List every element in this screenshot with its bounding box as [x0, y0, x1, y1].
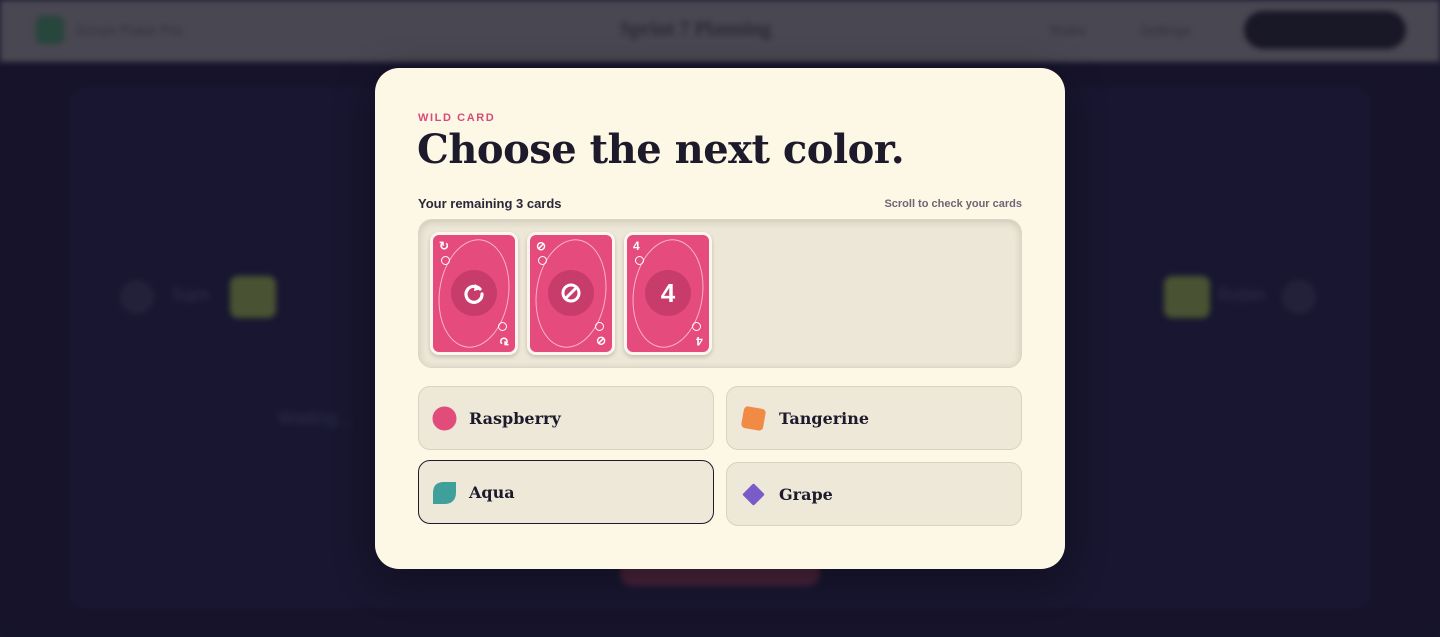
card-dot-bottom	[692, 322, 701, 331]
card-corner-bottom: ⊘	[595, 334, 606, 348]
card-corner-bottom: 4	[696, 334, 703, 348]
card-number: 4	[660, 277, 676, 308]
color-option-label: Grape	[779, 484, 833, 504]
card-dot-top	[538, 256, 547, 265]
color-option-raspberry[interactable]: Raspberry	[418, 386, 714, 450]
card-dot-bottom	[595, 322, 604, 331]
color-option-aqua[interactable]: Aqua	[418, 460, 714, 524]
card-corner-top: ↻	[439, 239, 450, 253]
color-option-label: Tangerine	[779, 408, 870, 428]
remaining-cards-label: Your remaining 3 cards	[418, 196, 562, 211]
color-option-tangerine[interactable]: Tangerine	[726, 386, 1022, 450]
tangerine-square-icon	[741, 405, 766, 431]
skip-icon	[561, 283, 581, 303]
card-corner-bottom: ↻	[498, 334, 509, 348]
card-center: 4	[645, 270, 691, 316]
card-corner-top: ⊘	[536, 239, 547, 253]
card-center	[451, 270, 497, 316]
card-dot-bottom	[498, 322, 507, 331]
card-corner-top: 4	[633, 239, 640, 253]
hand-card-reverse[interactable]: ↻ ↻	[430, 232, 518, 355]
reverse-icon	[464, 284, 484, 304]
raspberry-circle-icon	[432, 406, 457, 430]
color-picker-modal: WILD CARD Choose the next color. Your re…	[375, 68, 1065, 569]
color-option-label: Aqua	[469, 482, 515, 502]
card-dot-top	[441, 256, 450, 265]
hand-card-skip[interactable]: ⊘ ⊘	[527, 232, 615, 355]
card-center	[548, 270, 594, 316]
card-dot-top	[635, 256, 644, 265]
scroll-hint: Scroll to check your cards	[884, 198, 1022, 210]
grape-diamond-icon	[742, 483, 765, 505]
card-tray[interactable]: ↻ ↻ ⊘ ⊘ 4 4 4	[418, 219, 1022, 368]
color-option-grape[interactable]: Grape	[726, 462, 1022, 526]
hand-card-four[interactable]: 4 4 4	[624, 232, 712, 355]
modal-eyebrow: WILD CARD	[418, 112, 496, 124]
aqua-leaf-icon	[433, 481, 456, 504]
color-option-label: Raspberry	[469, 408, 561, 428]
modal-title: Choose the next color.	[417, 126, 905, 173]
